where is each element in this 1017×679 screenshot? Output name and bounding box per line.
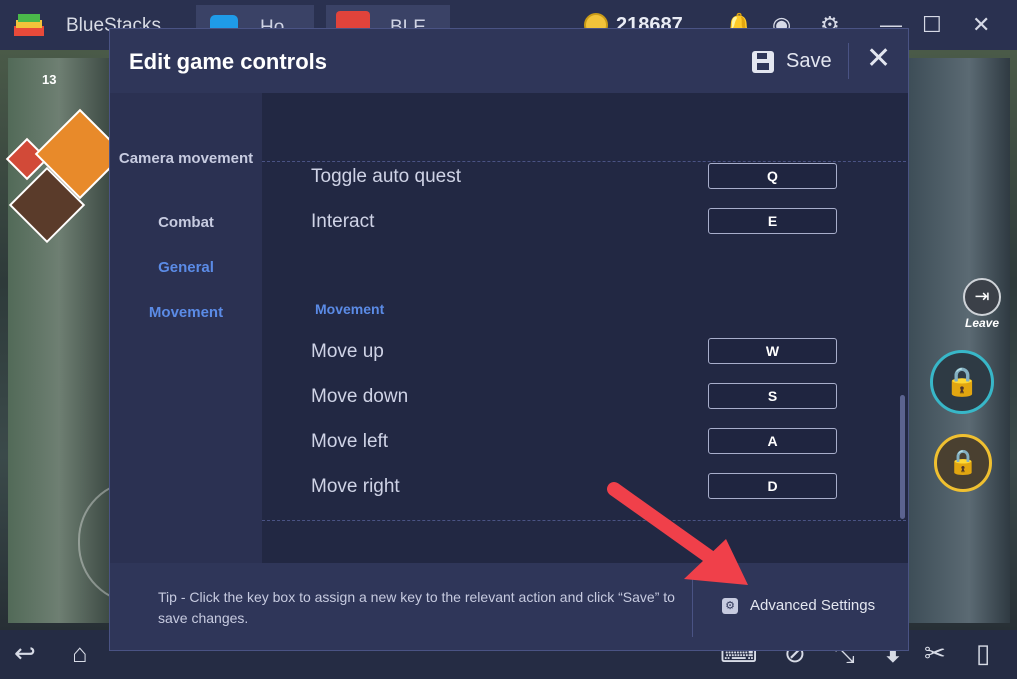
save-label: Save — [786, 50, 832, 72]
gear-icon: ⚙ — [722, 598, 738, 614]
close-icon[interactable]: ✕ — [866, 44, 891, 74]
key-box-move-left[interactable]: A — [708, 428, 837, 454]
scrollbar[interactable] — [900, 395, 905, 519]
back-icon[interactable]: ↩ — [14, 638, 36, 669]
control-label-move-left: Move left — [311, 431, 389, 452]
lock-icon[interactable]: 🔒 — [934, 434, 992, 492]
control-label-toggle-auto-quest: Toggle auto quest — [311, 166, 462, 187]
header-divider — [848, 43, 849, 79]
edit-game-controls-dialog: Edit game controls Save ✕ Camera movemen… — [109, 28, 909, 651]
bluestacks-logo-icon — [14, 14, 44, 36]
advanced-settings-label: Advanced Settings — [750, 597, 876, 614]
dialog-title: Edit game controls — [129, 49, 328, 74]
lock-icon[interactable]: 🔒 — [930, 350, 994, 414]
home-icon[interactable]: ⌂ — [72, 638, 88, 669]
exit-icon: ⇥ — [963, 278, 1001, 316]
annotation-arrow-icon — [607, 482, 748, 585]
game-scene-right — [908, 58, 1010, 623]
dialog-header: Edit game controls Save ✕ — [110, 29, 908, 93]
category-sidebar: Camera movement Combat General Movement — [110, 93, 262, 563]
key-box-move-down[interactable]: S — [708, 383, 837, 409]
control-label-move-up: Move up — [311, 341, 384, 362]
sidebar-item-camera-movement[interactable]: Camera movement — [110, 149, 262, 169]
save-icon — [752, 51, 774, 73]
maximize-icon[interactable]: ☐ — [922, 12, 942, 38]
sidebar-item-movement[interactable]: Movement — [110, 303, 262, 323]
section-header-movement: Movement — [315, 301, 385, 317]
leave-label: Leave — [964, 316, 1000, 330]
sidebar-item-combat[interactable]: Combat — [110, 213, 262, 233]
level-badge: 13 — [42, 72, 57, 87]
dialog-footer: Tip - Click the key box to assign a new … — [110, 563, 908, 650]
scissors-icon[interactable]: ✂ — [924, 638, 946, 669]
key-box-interact[interactable]: E — [708, 208, 837, 234]
window-close-icon[interactable]: ✕ — [972, 12, 990, 38]
phone-icon[interactable]: ▯ — [976, 638, 990, 669]
leave-button[interactable]: ⇥ Leave — [962, 278, 1002, 330]
sidebar-item-general[interactable]: General — [110, 258, 262, 278]
control-label-interact: Interact — [311, 211, 375, 232]
controls-list: Toggle auto quest Q Interact E Movement … — [262, 93, 908, 563]
key-box-toggle-auto-quest[interactable]: Q — [708, 163, 837, 189]
control-label-move-right: Move right — [311, 476, 400, 497]
control-label-move-down: Move down — [311, 386, 409, 407]
key-box-move-up[interactable]: W — [708, 338, 837, 364]
